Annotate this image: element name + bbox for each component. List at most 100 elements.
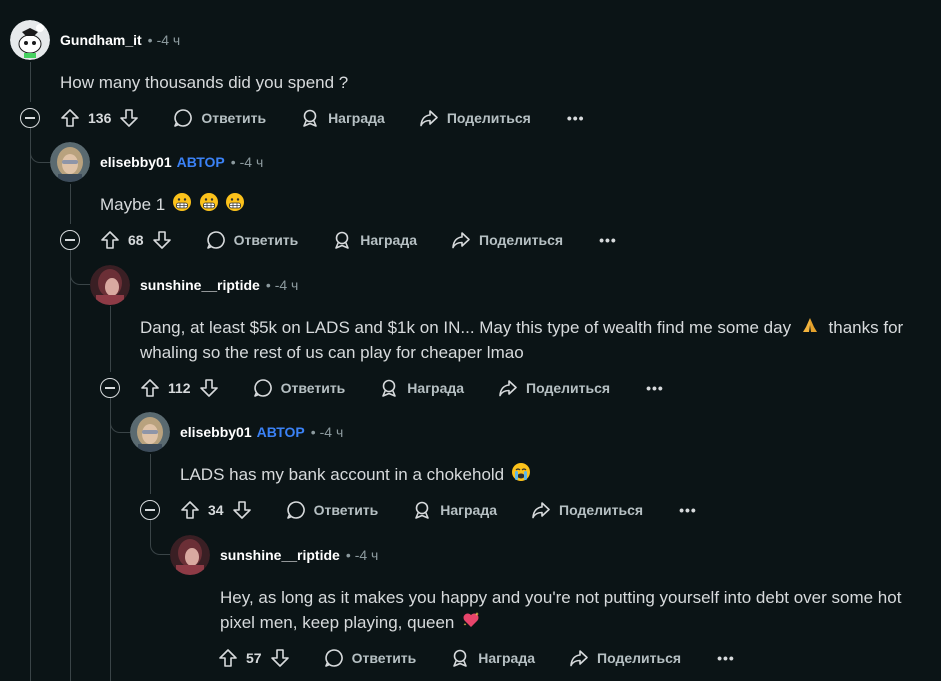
more-options-button[interactable]: ••• xyxy=(599,232,617,248)
comment-header: Gundham_it • -4 ч xyxy=(10,20,180,60)
share-button[interactable]: Поделиться xyxy=(451,230,563,250)
thread-line xyxy=(150,454,151,494)
share-button[interactable]: Поделиться xyxy=(419,108,531,128)
thread-line xyxy=(70,250,71,681)
share-label: Поделиться xyxy=(526,380,611,396)
reply-button[interactable]: Ответить xyxy=(324,648,417,668)
separator-dot: • xyxy=(310,424,316,440)
upvote-icon[interactable] xyxy=(218,648,238,668)
reply-button[interactable]: Ответить xyxy=(286,500,378,520)
timestamp[interactable]: -4 ч xyxy=(240,154,264,170)
comment-header: elisebby01 АВТОР • -4 ч xyxy=(130,412,343,452)
comment-text: Maybe 1 xyxy=(100,195,166,214)
comment-body: LADS has my bank account in a chokehold xyxy=(180,462,531,487)
timestamp[interactable]: -4 ч xyxy=(157,32,181,48)
award-button[interactable]: Награда xyxy=(300,108,385,128)
comment-bubble-icon xyxy=(253,379,272,397)
separator-dot: • xyxy=(147,32,153,48)
author-name[interactable]: Gundham_it xyxy=(60,32,142,48)
comment-body: Dang, at least $5k on LADS and $1k on IN… xyxy=(140,315,930,365)
award-button[interactable]: Награда xyxy=(412,500,497,520)
thread-line xyxy=(110,306,111,372)
downvote-icon[interactable] xyxy=(270,648,290,668)
award-icon xyxy=(335,231,350,249)
comment-text: Hey, as long as it makes you happy and y… xyxy=(220,588,902,632)
avatar[interactable] xyxy=(130,412,170,452)
reply-label: Ответить xyxy=(351,650,417,666)
vote-count: 57 xyxy=(246,650,262,666)
comment-body: Hey, as long as it makes you happy and y… xyxy=(220,585,920,635)
upvote-icon[interactable] xyxy=(140,378,160,398)
award-icon xyxy=(415,501,430,519)
comment-bubble-icon xyxy=(286,501,305,519)
collapse-button[interactable] xyxy=(140,500,160,520)
avatar[interactable] xyxy=(170,535,210,575)
share-icon xyxy=(452,232,470,249)
vote-count: 34 xyxy=(208,502,224,518)
share-icon xyxy=(420,110,438,127)
more-options-button[interactable]: ••• xyxy=(717,650,735,666)
share-button[interactable]: Поделиться xyxy=(498,378,610,398)
timestamp[interactable]: -4 ч xyxy=(275,277,299,293)
vote-control: 112 xyxy=(140,378,219,398)
comment-text: How many thousands did you spend ? xyxy=(60,73,349,92)
comment-body: How many thousands did you spend ? xyxy=(60,70,348,95)
avatar[interactable] xyxy=(90,265,130,305)
award-button[interactable]: Награда xyxy=(332,230,417,250)
share-label: Поделиться xyxy=(479,232,564,248)
award-icon xyxy=(453,649,468,667)
comment-text: LADS has my bank account in a chokehold xyxy=(180,465,505,484)
comment-actions: 68 Ответить Награда Поделиться ••• xyxy=(60,224,617,256)
downvote-icon[interactable] xyxy=(232,500,252,520)
award-label: Награда xyxy=(407,380,465,396)
upvote-icon[interactable] xyxy=(180,500,200,520)
comment-bubble-icon xyxy=(174,109,193,127)
author-name[interactable]: sunshine__riptide xyxy=(140,277,260,293)
reply-label: Ответить xyxy=(201,110,267,126)
comment-bubble-icon xyxy=(206,231,225,249)
vote-control: 68 xyxy=(100,230,172,250)
vote-control: 136 xyxy=(60,108,139,128)
collapse-button[interactable] xyxy=(60,230,80,250)
award-icon xyxy=(303,109,317,127)
author-name[interactable]: sunshine__riptide xyxy=(220,547,340,563)
award-button[interactable]: Награда xyxy=(450,648,535,668)
more-options-button[interactable]: ••• xyxy=(679,502,697,518)
reply-button[interactable]: Ответить xyxy=(206,230,299,250)
thread-line xyxy=(110,398,111,681)
timestamp[interactable]: -4 ч xyxy=(355,547,379,563)
author-name[interactable]: elisebby01 xyxy=(100,154,172,170)
award-icon xyxy=(382,379,397,397)
share-icon xyxy=(499,380,517,397)
share-label: Поделиться xyxy=(559,502,644,518)
crying-face-icon xyxy=(511,463,530,481)
reply-button[interactable]: Ответить xyxy=(253,378,345,398)
upvote-icon[interactable] xyxy=(100,230,120,250)
downvote-icon[interactable] xyxy=(152,230,172,250)
reply-label: Ответить xyxy=(233,232,299,248)
comment-header: sunshine__riptide • -4 ч xyxy=(90,265,298,305)
separator-dot: • xyxy=(345,547,351,563)
downvote-icon[interactable] xyxy=(199,378,219,398)
share-button[interactable]: Поделиться xyxy=(569,648,681,668)
award-label: Награда xyxy=(360,232,418,248)
upvote-icon[interactable] xyxy=(60,108,80,128)
more-options-button[interactable]: ••• xyxy=(646,380,664,396)
separator-dot: • xyxy=(230,154,236,170)
timestamp[interactable]: -4 ч xyxy=(320,424,344,440)
vote-count: 136 xyxy=(88,110,112,126)
downvote-icon[interactable] xyxy=(119,108,139,128)
reply-button[interactable]: Ответить xyxy=(173,108,266,128)
avatar[interactable] xyxy=(10,20,50,60)
author-name[interactable]: elisebby01 xyxy=(180,424,252,440)
share-icon xyxy=(532,502,550,519)
award-button[interactable]: Награда xyxy=(379,378,464,398)
comment-bubble-icon xyxy=(324,649,343,667)
more-options-button[interactable]: ••• xyxy=(567,110,585,126)
collapse-button[interactable] xyxy=(20,108,40,128)
avatar[interactable] xyxy=(50,142,90,182)
collapse-button[interactable] xyxy=(100,378,120,398)
award-label: Награда xyxy=(478,650,536,666)
thread-line xyxy=(30,62,31,102)
share-button[interactable]: Поделиться xyxy=(531,500,643,520)
